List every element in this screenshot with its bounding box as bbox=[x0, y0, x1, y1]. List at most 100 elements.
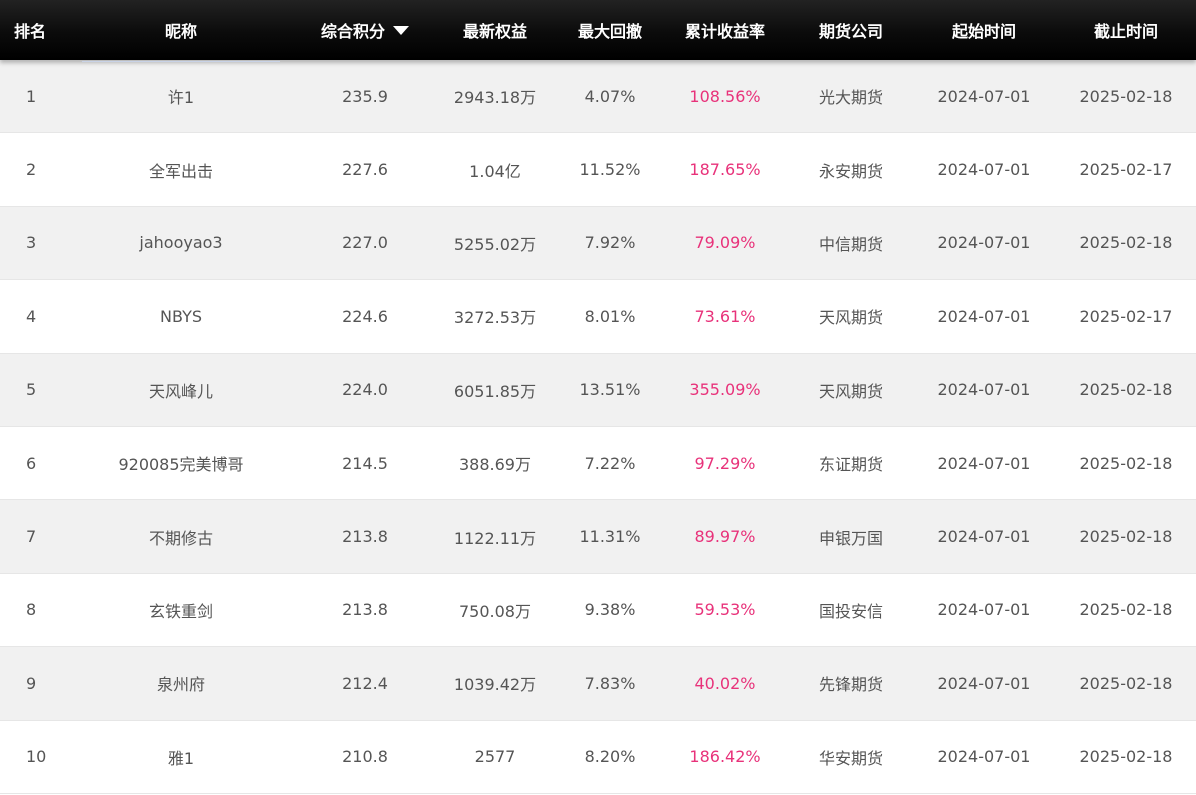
start-cell: 2024-07-01 bbox=[937, 453, 1031, 473]
firm-cell: 东证期货 bbox=[818, 455, 883, 475]
firm-cell: 申银万国 bbox=[818, 528, 883, 548]
end-cell: 2025-02-18 bbox=[1079, 86, 1173, 106]
header-start[interactable]: 起始时间 bbox=[912, 18, 1056, 42]
header-equity[interactable]: 最新权益 bbox=[430, 18, 560, 42]
start-cell: 2024-07-01 bbox=[937, 233, 1031, 253]
table-row[interactable]: 7 不期修古 213.8 1122.11万 11.31% 89.97% 申银万国… bbox=[0, 500, 1196, 574]
drawdown-cell: 8.01% bbox=[584, 306, 636, 326]
nickname-cell: 天风峰儿 bbox=[148, 381, 213, 401]
firm-cell: 永安期货 bbox=[818, 161, 883, 181]
start-cell: 2024-07-01 bbox=[937, 747, 1031, 767]
score-cell: 224.0 bbox=[342, 380, 388, 400]
score-cell: 210.8 bbox=[342, 747, 388, 767]
drawdown-cell: 7.83% bbox=[584, 673, 636, 693]
return-cell: 355.09% bbox=[689, 380, 761, 400]
return-cell: 40.02% bbox=[694, 673, 756, 693]
drawdown-cell: 9.38% bbox=[584, 600, 636, 620]
table-row[interactable]: 4 NBYS 224.6 3272.53万 8.01% 73.61% 天风期货 … bbox=[0, 280, 1196, 354]
equity-cell: 1.04亿 bbox=[469, 161, 521, 181]
table-row[interactable]: 3 jahooyao3 227.0 5255.02万 7.92% 79.09% … bbox=[0, 206, 1196, 281]
score-cell: 224.6 bbox=[342, 306, 388, 326]
table-row[interactable]: 2 全军出击 227.6 1.04亿 11.52% 187.65% 永安期货 2… bbox=[0, 133, 1196, 207]
rank-cell: 8 bbox=[26, 600, 37, 620]
drawdown-cell: 7.22% bbox=[584, 453, 636, 473]
header-end[interactable]: 截止时间 bbox=[1056, 18, 1196, 42]
equity-cell: 1122.11万 bbox=[453, 528, 537, 548]
firm-cell: 天风期货 bbox=[818, 308, 883, 328]
end-cell: 2025-02-18 bbox=[1079, 527, 1173, 547]
firm-cell: 光大期货 bbox=[818, 88, 883, 108]
header-underline bbox=[82, 61, 280, 62]
start-cell: 2024-07-01 bbox=[937, 160, 1031, 180]
table-row[interactable]: 8 玄铁重剑 213.8 750.08万 9.38% 59.53% 国投安信 2… bbox=[0, 573, 1196, 648]
return-cell: 186.42% bbox=[689, 747, 761, 767]
table-body: 1 许1 235.9 2943.18万 4.07% 108.56% 光大期货 2… bbox=[0, 60, 1196, 794]
start-cell: 2024-07-01 bbox=[937, 527, 1031, 547]
rank-cell: 6 bbox=[26, 453, 37, 473]
firm-cell: 先锋期货 bbox=[818, 675, 883, 695]
nickname-cell: 雅1 bbox=[167, 748, 195, 768]
end-cell: 2025-02-18 bbox=[1079, 453, 1173, 473]
header-score-sort[interactable]: 综合积分 bbox=[300, 18, 430, 42]
caret-down-icon bbox=[393, 26, 409, 35]
header-return[interactable]: 累计收益率 bbox=[660, 18, 790, 42]
rank-cell: 2 bbox=[26, 160, 37, 180]
score-cell: 213.8 bbox=[342, 600, 388, 620]
end-cell: 2025-02-18 bbox=[1079, 600, 1173, 620]
end-cell: 2025-02-17 bbox=[1079, 306, 1173, 326]
firm-cell: 中信期货 bbox=[818, 234, 883, 254]
header-drawdown[interactable]: 最大回撤 bbox=[560, 18, 660, 42]
nickname-cell: NBYS bbox=[160, 306, 202, 326]
return-cell: 59.53% bbox=[694, 600, 756, 620]
table-row[interactable]: 10 雅1 210.8 2577 8.20% 186.42% 华安期货 2024… bbox=[0, 720, 1196, 794]
equity-cell: 5255.02万 bbox=[453, 234, 537, 254]
drawdown-cell: 11.31% bbox=[579, 527, 641, 547]
equity-cell: 2943.18万 bbox=[453, 88, 537, 108]
nickname-cell: 玄铁重剑 bbox=[148, 601, 213, 621]
rank-cell: 7 bbox=[26, 527, 37, 547]
drawdown-cell: 8.20% bbox=[584, 747, 636, 767]
start-cell: 2024-07-01 bbox=[937, 380, 1031, 400]
score-cell: 214.5 bbox=[342, 453, 388, 473]
drawdown-cell: 11.52% bbox=[579, 160, 641, 180]
equity-cell: 2577 bbox=[474, 747, 516, 767]
table-row[interactable]: 9 泉州府 212.4 1039.42万 7.83% 40.02% 先锋期货 2… bbox=[0, 647, 1196, 721]
table-row[interactable]: 6 920085完美博哥 214.5 388.69万 7.22% 97.29% … bbox=[0, 426, 1196, 501]
start-cell: 2024-07-01 bbox=[937, 86, 1031, 106]
rank-cell: 5 bbox=[26, 380, 37, 400]
start-cell: 2024-07-01 bbox=[937, 600, 1031, 620]
header-rank[interactable]: 排名 bbox=[0, 18, 62, 42]
table-row[interactable]: 1 许1 235.9 2943.18万 4.07% 108.56% 光大期货 2… bbox=[0, 60, 1196, 134]
return-cell: 108.56% bbox=[689, 86, 761, 106]
start-cell: 2024-07-01 bbox=[937, 673, 1031, 693]
drawdown-cell: 4.07% bbox=[584, 86, 636, 106]
rank-cell: 1 bbox=[26, 86, 37, 106]
return-cell: 97.29% bbox=[694, 453, 756, 473]
score-cell: 212.4 bbox=[342, 673, 388, 693]
end-cell: 2025-02-18 bbox=[1079, 233, 1173, 253]
score-cell: 227.6 bbox=[342, 160, 388, 180]
firm-cell: 天风期货 bbox=[818, 381, 883, 401]
return-cell: 187.65% bbox=[689, 160, 761, 180]
nickname-cell: 泉州府 bbox=[156, 675, 205, 695]
firm-cell: 国投安信 bbox=[818, 601, 883, 621]
end-cell: 2025-02-18 bbox=[1079, 673, 1173, 693]
header-nickname[interactable]: 昵称 bbox=[62, 18, 300, 42]
table-row[interactable]: 5 天风峰儿 224.0 6051.85万 13.51% 355.09% 天风期… bbox=[0, 353, 1196, 427]
nickname-cell: jahooyao3 bbox=[139, 233, 223, 253]
return-cell: 73.61% bbox=[694, 306, 756, 326]
table-header: 排名 昵称 综合积分 最新权益 最大回撤 累计收益率 期货公司 起始时间 截止时… bbox=[0, 0, 1196, 60]
drawdown-cell: 7.92% bbox=[584, 233, 636, 253]
nickname-cell: 许1 bbox=[167, 88, 195, 108]
header-firm[interactable]: 期货公司 bbox=[790, 18, 912, 42]
nickname-cell: 全军出击 bbox=[148, 161, 213, 181]
rank-cell: 9 bbox=[26, 673, 37, 693]
drawdown-cell: 13.51% bbox=[579, 380, 641, 400]
end-cell: 2025-02-18 bbox=[1079, 747, 1173, 767]
end-cell: 2025-02-18 bbox=[1079, 380, 1173, 400]
header-score-label: 综合积分 bbox=[320, 22, 385, 41]
equity-cell: 6051.85万 bbox=[453, 381, 537, 401]
equity-cell: 3272.53万 bbox=[453, 308, 537, 328]
rank-cell: 3 bbox=[26, 233, 37, 253]
firm-cell: 华安期货 bbox=[818, 748, 883, 768]
